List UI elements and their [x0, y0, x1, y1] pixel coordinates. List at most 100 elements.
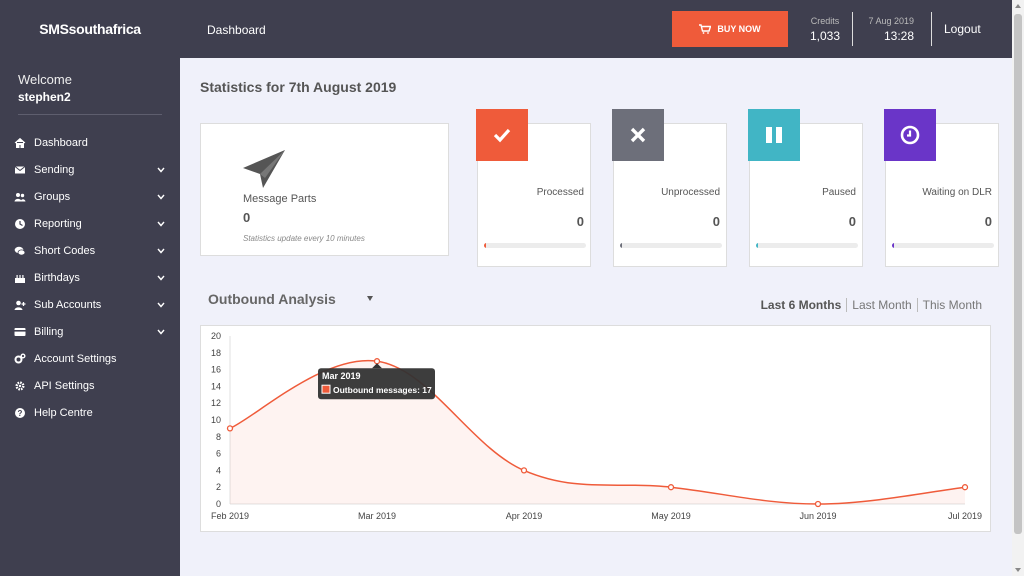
status-card-value: 0 — [984, 214, 992, 229]
sidebar-item-label: Short Codes — [34, 244, 96, 257]
tooltip-swatch — [321, 384, 331, 394]
sidebar-item-dashboard[interactable]: Dashboard — [0, 129, 180, 156]
data-point — [961, 484, 969, 491]
credits-value: 1,033 — [809, 29, 841, 43]
status-card-unprocessed: Unprocessed 0 — [612, 109, 727, 267]
date-block: 7 Aug 2019 13:28 — [856, 16, 914, 43]
credits-label: Credits — [810, 16, 840, 26]
tab-last-6-months[interactable]: Last 6 Months — [756, 298, 847, 312]
sidebar-item-label: Account Settings — [34, 352, 117, 365]
status-progress-bar — [892, 243, 994, 248]
check-icon — [476, 109, 528, 161]
x-tick-label: May 2019 — [651, 511, 691, 521]
status-card-paused: Paused 0 — [748, 109, 863, 267]
buy-now-label: BUY NOW — [717, 24, 761, 34]
y-tick-label: 4 — [216, 465, 221, 475]
page-scrollbar[interactable] — [1012, 0, 1024, 576]
sidebar-item-label: Dashboard — [34, 136, 88, 149]
current-date: 7 Aug 2019 — [868, 16, 914, 26]
message-parts-value: 0 — [243, 210, 251, 225]
users-icon — [14, 191, 32, 203]
status-card-value: 0 — [848, 214, 856, 229]
data-point — [520, 467, 528, 474]
y-tick-label: 12 — [211, 398, 221, 408]
sidebar-item-sub-accounts[interactable]: Sub Accounts — [0, 291, 180, 318]
credit-card-icon — [14, 326, 32, 338]
brand-logo[interactable]: SMSsouthafrica — [0, 0, 180, 58]
y-tick-label: 2 — [216, 482, 221, 492]
sidebar-item-api-settings[interactable]: API Settings — [0, 372, 180, 399]
paper-plane-icon — [243, 150, 285, 188]
sidebar-item-account-settings[interactable]: Account Settings — [0, 345, 180, 372]
chevron-down-icon — [156, 192, 166, 202]
status-card-value: 0 — [712, 214, 720, 229]
update-note: Statistics update every 10 minutes — [243, 234, 365, 243]
scroll-up-icon[interactable] — [1015, 4, 1021, 8]
y-tick-label: 14 — [211, 381, 221, 391]
welcome-username: stephen2 — [18, 90, 71, 104]
app-window: SMSsouthafrica Welcome stephen2 Dashboar… — [0, 0, 1024, 576]
status-card-processed: Processed 0 — [476, 109, 591, 267]
sidebar: SMSsouthafrica Welcome stephen2 Dashboar… — [0, 0, 180, 576]
data-point — [814, 500, 822, 508]
status-progress-bar — [620, 243, 722, 248]
scrollbar-thumb[interactable] — [1014, 14, 1022, 534]
status-progress-fill — [484, 243, 487, 248]
tooltip-text: Outbound messages: 17 — [333, 385, 432, 395]
welcome-greeting: Welcome — [18, 72, 72, 87]
sidebar-item-sending[interactable]: Sending — [0, 156, 180, 183]
status-progress-bar — [756, 243, 858, 248]
chevron-down-icon — [156, 300, 166, 310]
x-tick-label: Mar 2019 — [358, 511, 396, 521]
sidebar-item-short-codes[interactable]: Short Codes — [0, 237, 180, 264]
breadcrumb[interactable]: Dashboard — [207, 23, 266, 37]
current-time: 13:28 — [883, 29, 914, 43]
chevron-down-icon — [156, 246, 166, 256]
envelope-icon — [14, 164, 32, 176]
y-tick-label: 8 — [216, 432, 221, 442]
data-point — [226, 425, 234, 432]
sidebar-item-label: Billing — [34, 325, 64, 338]
sidebar-item-billing[interactable]: Billing — [0, 318, 180, 345]
tab-this-month[interactable]: This Month — [916, 298, 987, 312]
outbound-chart-card: 0 2 4 6 8 10 12 14 16 18 20 Feb 2019 Mar 2019 Apr 201… — [200, 325, 991, 532]
y-tick-label: 20 — [211, 331, 221, 341]
api-cog-icon — [14, 380, 32, 392]
message-parts-label: Message Parts — [243, 193, 317, 205]
reporting-icon — [14, 218, 32, 230]
sidebar-nav: Dashboard Sending Groups Reporting Short Cod… — [0, 129, 180, 426]
y-tick-label: 18 — [211, 348, 221, 358]
logout-link[interactable]: Logout — [944, 22, 981, 36]
svg-text:?: ? — [18, 408, 23, 417]
status-progress-fill — [620, 243, 623, 248]
status-progress-fill — [756, 243, 759, 248]
tooltip-title: Mar 2019 — [322, 371, 361, 381]
chevron-down-icon — [156, 327, 166, 337]
data-point — [667, 484, 675, 491]
sidebar-item-birthdays[interactable]: Birthdays — [0, 264, 180, 291]
sidebar-item-groups[interactable]: Groups — [0, 183, 180, 210]
status-card-label: Waiting on DLR — [922, 187, 992, 198]
sidebar-item-label: Help Centre — [34, 406, 93, 419]
message-parts-card: Message Parts 0 Statistics update every … — [200, 123, 449, 256]
chevron-down-icon — [156, 165, 166, 175]
cake-icon — [14, 272, 32, 284]
status-card-label: Unprocessed — [661, 187, 720, 198]
sidebar-divider — [18, 114, 162, 115]
tab-last-month[interactable]: Last Month — [846, 298, 916, 312]
sidebar-item-help-centre[interactable]: ? Help Centre — [0, 399, 180, 426]
x-tick-label: Jul 2019 — [948, 511, 982, 521]
sidebar-item-label: Reporting — [34, 217, 82, 230]
user-plus-icon — [14, 299, 32, 311]
outbound-analysis-title[interactable]: Outbound Analysis — [208, 291, 336, 307]
buy-now-button[interactable]: BUY NOW — [672, 11, 788, 47]
question-icon: ? — [14, 407, 32, 419]
y-tick-label: 0 — [216, 499, 221, 509]
status-progress-fill — [892, 243, 895, 248]
sidebar-item-reporting[interactable]: Reporting — [0, 210, 180, 237]
x-tick-label: Feb 2019 — [211, 511, 249, 521]
scroll-down-icon[interactable] — [1015, 568, 1021, 572]
caret-down-icon[interactable] — [367, 296, 373, 301]
header-divider — [931, 12, 932, 46]
x-tick-label: Apr 2019 — [506, 511, 543, 521]
